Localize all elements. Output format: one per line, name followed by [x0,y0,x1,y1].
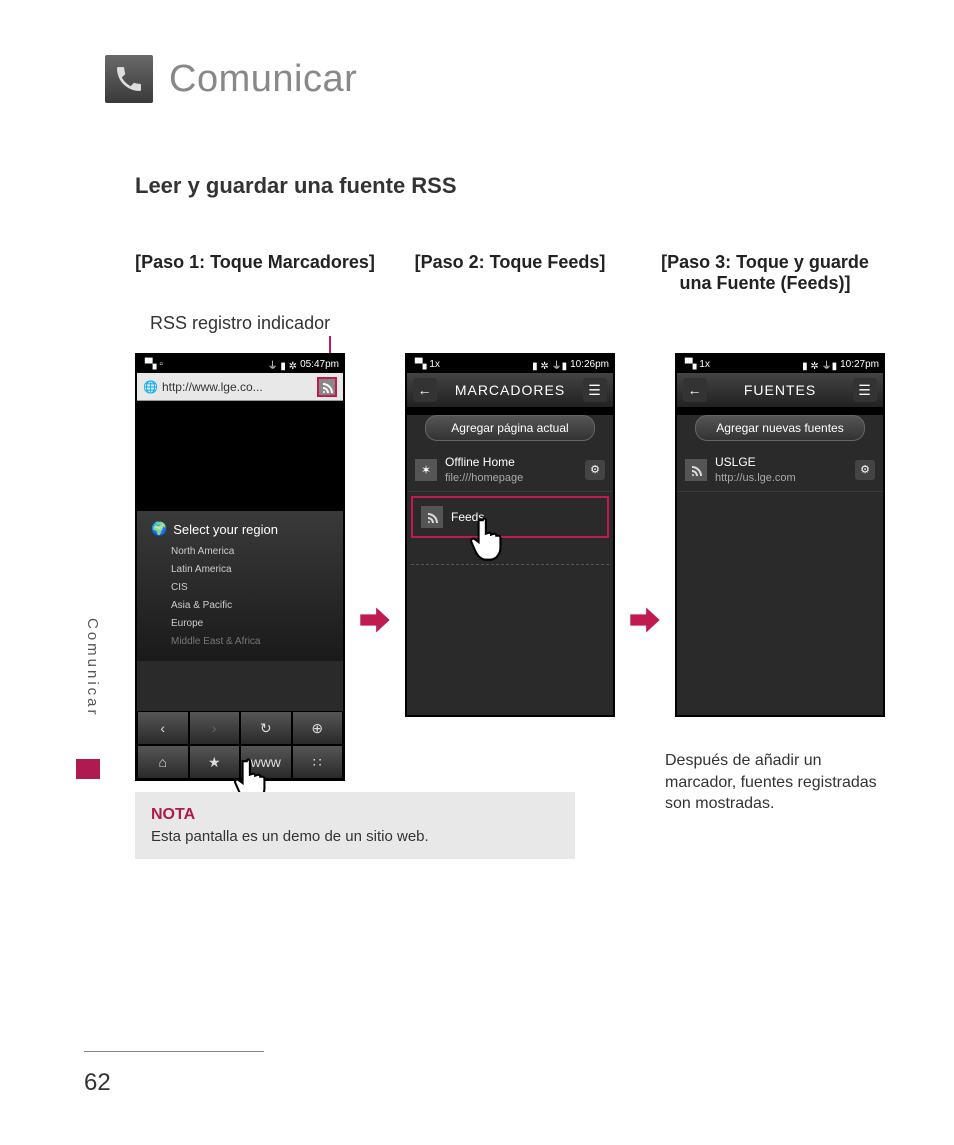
phone-body-2: Agregar página actual ✶ Offline Home fil… [407,415,613,715]
bookmark-item-offline-home[interactable]: ✶ Offline Home file:///homepage ⚙ [407,449,613,492]
divider [411,564,609,565]
region-list: North America Latin America CIS Asia & P… [151,543,329,651]
title-bar-2: ← MARCADORES ☰ [407,373,613,407]
step1-heading: [Paso 1: Toque Marcadores] [135,252,375,304]
region-item[interactable]: Latin America [171,561,329,579]
menu-button[interactable]: ☰ [583,378,607,402]
phone-body-1: 🌍 Select your region North America Latin… [137,511,343,711]
feeds-item[interactable]: Feeds [411,496,609,538]
back-button[interactable]: ← [413,378,437,402]
clock-text: 10:26pm [570,359,609,370]
url-text: http://www.lge.co... [162,380,313,394]
nav-refresh-button[interactable]: ↻ [240,711,292,745]
phone-body-3: Agregar nuevas fuentes USLGE http://us.l… [677,415,883,715]
nav-home-button[interactable]: ⌂ [137,745,189,779]
clock-text: 10:27pm [840,359,879,370]
steps-row: [Paso 1: Toque Marcadores] [Paso 2: Toqu… [135,252,885,304]
after-step3-text: Después de añadir un marcador, fuentes r… [665,750,895,815]
region-title-text: Select your region [173,522,278,537]
add-new-feeds-button[interactable]: Agregar nuevas fuentes [695,415,865,441]
region-item[interactable]: CIS [171,579,329,597]
add-current-page-button[interactable]: Agregar página actual [425,415,595,441]
signal-icon: ▝▚ [681,359,696,370]
rss-icon [685,459,707,481]
feed-title: USLGE [715,455,847,471]
battery-icon: ▮ ✲ ⏚▮ [532,357,567,372]
menu-button[interactable]: ☰ [853,378,877,402]
note-heading: NOTA [151,806,559,824]
region-panel: 🌍 Select your region North America Latin… [137,511,343,661]
region-item[interactable]: Asia & Pacific [171,597,329,615]
page-rule [84,1051,264,1052]
screen-title: FUENTES [744,382,816,398]
phone-screenshot-2: ▝▚ 1x ▮ ✲ ⏚▮ 10:26pm ← MARCADORES ☰ Agre… [405,353,615,717]
signal-icon: ▝▚ [411,359,426,370]
page-number: 62 [84,1069,111,1097]
rss-icon[interactable] [317,377,337,397]
bookmark-text: Offline Home file:///homepage [445,455,577,485]
nav-back-button[interactable]: ‹ [137,711,189,745]
feeds-icon [421,506,443,528]
note-text: Esta pantalla es un demo de un sitio web… [151,828,559,845]
nav-zoom-button[interactable]: ⊕ [292,711,344,745]
phone-screenshot-3: ▝▚ 1x ▮ ✲ ⏚▮ 10:27pm ← FUENTES ☰ Agregar… [675,353,885,717]
feed-item-uslge[interactable]: USLGE http://us.lge.com ⚙ [677,449,883,492]
side-tab-label: Comunicar [84,618,101,718]
region-title: 🌍 Select your region [151,521,329,537]
battery-icon: ▮ ✲ ⏚▮ [802,357,837,372]
title-bar-3: ← FUENTES ☰ [677,373,883,407]
gear-icon[interactable]: ⚙ [855,460,875,480]
section-title: Leer y guardar una fuente RSS [135,173,457,199]
status-icons-right: ▮ ✲ ⏚▮ 10:27pm [802,357,879,372]
rss-indicator-label: RSS registro indicador [150,313,330,334]
step3-heading: [Paso 3: Toque y guarde una Fuente (Feed… [645,252,885,304]
nav-apps-button[interactable]: ∷ [292,745,344,779]
hand-cursor-icon [468,516,510,568]
phone-shots-row: ▝▚ ▫ ⏚ ▮ ✲ 05:47pm 🌐 http://www.lge.co..… [135,353,885,781]
arrow-right-icon [628,603,662,642]
page-title: Comunicar [169,58,357,101]
feed-sub: http://us.lge.com [715,471,847,485]
region-item[interactable]: Middle East & Africa [171,633,329,651]
status-icons-left: ▝▚ 1x [681,359,710,370]
screen-title: MARCADORES [455,382,565,398]
status-icons-right: ⏚ ▮ ✲ 05:47pm [268,357,339,372]
status-bar-3: ▝▚ 1x ▮ ✲ ⏚▮ 10:27pm [677,355,883,373]
nav-row-top: ‹ › ↻ ⊕ [137,711,343,745]
region-item[interactable]: Europe [171,615,329,633]
bookmark-sub: file:///homepage [445,471,577,485]
globe-small-icon: 🌍 [151,521,167,537]
phone-icon [105,55,153,103]
status-icons-left: ▝▚ ▫ [141,359,163,370]
nav-forward-button[interactable]: › [189,711,241,745]
clock-text: 05:47pm [300,359,339,370]
indicator-icon: 1x [699,359,710,370]
globe-icon: 🌐 [143,380,158,394]
back-button[interactable]: ← [683,378,707,402]
url-bar[interactable]: 🌐 http://www.lge.co... [137,373,343,401]
gear-icon[interactable]: ⚙ [585,460,605,480]
page-header: Comunicar [105,55,357,103]
note-box: NOTA Esta pantalla es un demo de un siti… [135,792,575,859]
status-bar-1: ▝▚ ▫ ⏚ ▮ ✲ 05:47pm [137,355,343,373]
step2-heading: [Paso 2: Toque Feeds] [390,252,630,304]
arrow-right-icon [358,603,392,642]
side-tab-bar [76,759,100,779]
bookmark-icon: ✶ [415,459,437,481]
status-icons-left: ▝▚ 1x [411,359,440,370]
indicator-icon: 1x [429,359,440,370]
phone-screenshot-1: ▝▚ ▫ ⏚ ▮ ✲ 05:47pm 🌐 http://www.lge.co..… [135,353,345,781]
bookmark-title: Offline Home [445,455,577,471]
status-bar-2: ▝▚ 1x ▮ ✲ ⏚▮ 10:26pm [407,355,613,373]
signal-icon: ▝▚ [141,359,156,370]
region-item[interactable]: North America [171,543,329,561]
indicator-icon: ▫ [159,359,163,370]
status-icons-right: ▮ ✲ ⏚▮ 10:26pm [532,357,609,372]
feed-text: USLGE http://us.lge.com [715,455,847,485]
battery-icon: ⏚ ▮ ✲ [268,357,297,372]
